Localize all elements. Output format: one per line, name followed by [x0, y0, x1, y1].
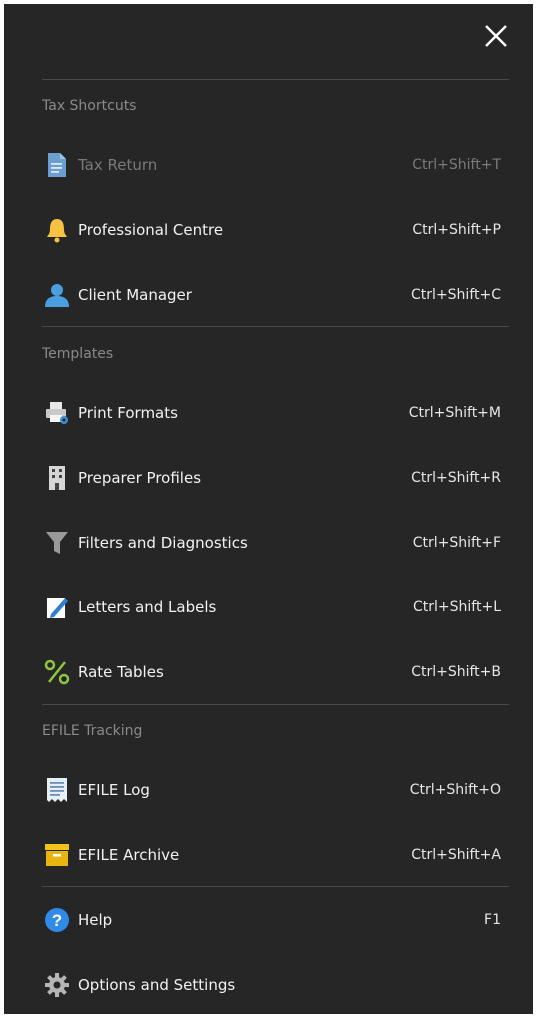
- pen-icon: [42, 592, 72, 622]
- archive-box-icon: [42, 840, 72, 870]
- keyboard-shortcut: Ctrl+Shift+L: [413, 599, 501, 615]
- keyboard-shortcut: Ctrl+Shift+M: [408, 405, 501, 421]
- menu-item-label: Letters and Labels: [78, 598, 217, 616]
- menu-item-filters-and-diagnostics[interactable]: Filters and Diagnostics Ctrl+Shift+F: [42, 521, 509, 565]
- percent-icon: [42, 657, 72, 687]
- menu-item-professional-centre[interactable]: Professional Centre Ctrl+Shift+P: [42, 208, 509, 252]
- keyboard-shortcut: Ctrl+Shift+C: [411, 287, 501, 303]
- person-icon: [42, 280, 72, 310]
- keyboard-shortcut: F1: [484, 912, 501, 928]
- bell-icon: [42, 215, 72, 245]
- menu-item-preparer-profiles[interactable]: Preparer Profiles Ctrl+Shift+R: [42, 456, 509, 500]
- menu-item-help[interactable]: ? Help F1: [42, 898, 509, 942]
- keyboard-shortcut: Ctrl+Shift+O: [409, 782, 501, 798]
- navigation-menu-panel: Tax Shortcuts Tax Return Ctrl+Shift+T Pr…: [4, 4, 533, 1014]
- keyboard-shortcut: Ctrl+Shift+B: [411, 664, 501, 680]
- section-header-tax-shortcuts: Tax Shortcuts: [42, 98, 137, 114]
- printer-icon: [42, 398, 72, 428]
- document-icon: [42, 150, 72, 180]
- keyboard-shortcut: Ctrl+Shift+F: [412, 535, 501, 551]
- menu-item-label: Preparer Profiles: [78, 469, 202, 487]
- menu-item-rate-tables[interactable]: Rate Tables Ctrl+Shift+B: [42, 650, 509, 694]
- menu-item-label: Client Manager: [78, 286, 192, 304]
- keyboard-shortcut: Ctrl+Shift+A: [411, 847, 501, 863]
- divider: [42, 704, 509, 705]
- menu-item-label: EFILE Log: [78, 781, 150, 799]
- gear-icon: [42, 970, 72, 1000]
- menu-item-label: Tax Return: [78, 156, 158, 174]
- menu-item-label: Options and Settings: [78, 976, 236, 994]
- section-header-templates: Templates: [42, 346, 114, 362]
- close-icon: [485, 25, 507, 47]
- menu-item-label: Print Formats: [78, 404, 178, 422]
- help-icon: ?: [42, 905, 72, 935]
- divider: [42, 326, 509, 327]
- svg-text:?: ?: [52, 911, 62, 930]
- menu-item-efile-archive[interactable]: EFILE Archive Ctrl+Shift+A: [42, 833, 509, 877]
- divider: [42, 886, 509, 887]
- keyboard-shortcut: Ctrl+Shift+P: [412, 222, 501, 238]
- menu-item-tax-return[interactable]: Tax Return Ctrl+Shift+T: [42, 143, 509, 187]
- menu-item-label: Rate Tables: [78, 663, 164, 681]
- keyboard-shortcut: Ctrl+Shift+T: [412, 157, 501, 173]
- keyboard-shortcut: Ctrl+Shift+R: [411, 470, 501, 486]
- building-icon: [42, 463, 72, 493]
- divider: [42, 79, 509, 80]
- receipt-icon: [42, 775, 72, 805]
- menu-item-label: Professional Centre: [78, 221, 224, 239]
- section-header-efile-tracking: EFILE Tracking: [42, 723, 143, 739]
- menu-item-label: Filters and Diagnostics: [78, 534, 248, 552]
- filter-icon: [42, 528, 72, 558]
- menu-item-options-and-settings[interactable]: Options and Settings: [42, 963, 509, 1007]
- menu-item-print-formats[interactable]: Print Formats Ctrl+Shift+M: [42, 391, 509, 435]
- menu-item-label: EFILE Archive: [78, 846, 180, 864]
- menu-item-letters-and-labels[interactable]: Letters and Labels Ctrl+Shift+L: [42, 585, 509, 629]
- menu-item-efile-log[interactable]: EFILE Log Ctrl+Shift+O: [42, 768, 509, 812]
- close-button[interactable]: [482, 22, 510, 50]
- menu-item-label: Help: [78, 911, 113, 929]
- menu-item-client-manager[interactable]: Client Manager Ctrl+Shift+C: [42, 273, 509, 317]
